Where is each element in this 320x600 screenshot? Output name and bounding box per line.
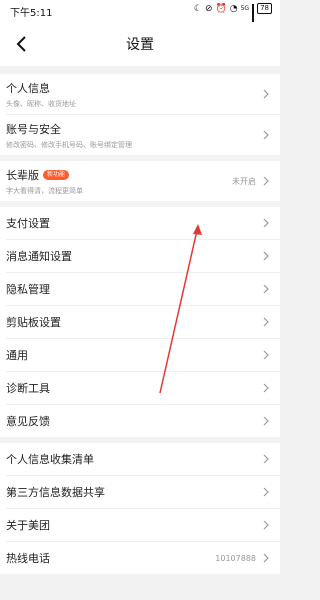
status-time: 下午5:11 xyxy=(10,8,53,19)
item-label: 个人信息 xyxy=(6,81,50,95)
settings-item-notifications[interactable]: 消息通知设置 xyxy=(0,240,280,272)
item-label: 第三方信息数据共享 xyxy=(6,486,105,499)
item-label: 热线电话 xyxy=(6,552,50,565)
battery-icon: 78 xyxy=(257,3,272,14)
chevron-right-icon xyxy=(263,251,269,261)
item-label-wrap: 长辈版 新功能 xyxy=(6,167,232,183)
settings-item-privacy[interactable]: 隐私管理 xyxy=(0,273,280,305)
settings-item-feedback[interactable]: 意见反馈 xyxy=(0,405,280,437)
settings-item-elder-mode[interactable]: 长辈版 新功能 字大看得清，流程更简单 未开启 xyxy=(0,161,280,201)
signal-icon xyxy=(252,4,255,28)
item-label: 账号与安全 xyxy=(6,122,61,136)
chevron-right-icon xyxy=(263,284,269,294)
status-bar: 下午5:11 ☾ ⊘ ⏰ ◔ 5G 78 xyxy=(0,0,280,28)
group-account: 个人信息 头像、昵称、收货地址 账号与安全 修改密码、修改手机号码、账号绑定管理 xyxy=(0,74,280,155)
alarm-icon: ⏰ xyxy=(215,3,227,14)
item-label: 支付设置 xyxy=(6,217,50,230)
settings-item-clipboard[interactable]: 剪贴板设置 xyxy=(0,306,280,338)
network-type: 5G xyxy=(240,4,250,12)
chevron-right-icon xyxy=(263,520,269,530)
chevron-right-icon xyxy=(263,383,269,393)
settings-item-hotline[interactable]: 热线电话 10107888 xyxy=(0,542,280,574)
chevron-right-icon xyxy=(263,317,269,327)
settings-item-diagnostics[interactable]: 诊断工具 xyxy=(0,372,280,404)
nav-bar: 设置 xyxy=(0,22,280,66)
item-label: 隐私管理 xyxy=(6,283,50,296)
item-subtitle: 字大看得清，流程更简单 xyxy=(6,186,83,195)
chevron-right-icon xyxy=(263,350,269,360)
settings-item-third-party-sharing[interactable]: 第三方信息数据共享 xyxy=(0,476,280,508)
settings-item-payment[interactable]: 支付设置 xyxy=(0,207,280,239)
chevron-right-icon xyxy=(263,487,269,497)
chevron-right-icon xyxy=(263,218,269,228)
item-label: 意见反馈 xyxy=(6,415,50,428)
item-label: 消息通知设置 xyxy=(6,250,72,263)
item-subtitle: 修改密码、修改手机号码、账号绑定管理 xyxy=(6,140,132,149)
settings-item-personal-info[interactable]: 个人信息 头像、昵称、收货地址 xyxy=(0,74,280,114)
chevron-right-icon xyxy=(263,89,269,99)
group-preferences: 支付设置 消息通知设置 隐私管理 剪贴板设置 通用 诊断工具 意见反馈 xyxy=(0,207,280,437)
page-title: 设置 xyxy=(126,37,154,53)
item-label: 关于美团 xyxy=(6,519,50,532)
settings-item-info-collection[interactable]: 个人信息收集清单 xyxy=(0,443,280,475)
chevron-left-icon[interactable] xyxy=(12,34,32,54)
item-label: 通用 xyxy=(6,349,28,362)
chevron-right-icon xyxy=(263,416,269,426)
chevron-right-icon xyxy=(263,130,269,140)
status-icons: ☾ ⊘ ⏰ ◔ 5G 78 xyxy=(193,3,272,28)
group-elder-mode: 长辈版 新功能 字大看得清，流程更简单 未开启 xyxy=(0,161,280,201)
moon-icon: ☾ xyxy=(193,3,202,14)
item-label: 诊断工具 xyxy=(6,382,50,395)
item-label: 个人信息收集清单 xyxy=(6,453,94,466)
bottom-spacer xyxy=(0,586,280,600)
item-subtitle: 头像、昵称、收货地址 xyxy=(6,99,76,108)
settings-item-general[interactable]: 通用 xyxy=(0,339,280,371)
wifi-icon: ◔ xyxy=(229,3,238,14)
chevron-right-icon xyxy=(263,454,269,464)
group-about: 个人信息收集清单 第三方信息数据共享 关于美团 热线电话 10107888 xyxy=(0,443,280,574)
battery-level: 78 xyxy=(260,4,269,12)
settings-item-account-security[interactable]: 账号与安全 修改密码、修改手机号码、账号绑定管理 xyxy=(0,115,280,155)
chevron-right-icon xyxy=(263,553,269,563)
new-feature-badge: 新功能 xyxy=(43,169,70,180)
item-value: 10107888 xyxy=(215,553,256,563)
settings-item-about[interactable]: 关于美团 xyxy=(0,509,280,541)
vibrate-off-icon: ⊘ xyxy=(204,3,213,14)
item-label: 长辈版 xyxy=(6,168,39,182)
item-value: 未开启 xyxy=(232,176,256,186)
chevron-right-icon xyxy=(263,176,269,186)
item-label: 剪贴板设置 xyxy=(6,316,61,329)
